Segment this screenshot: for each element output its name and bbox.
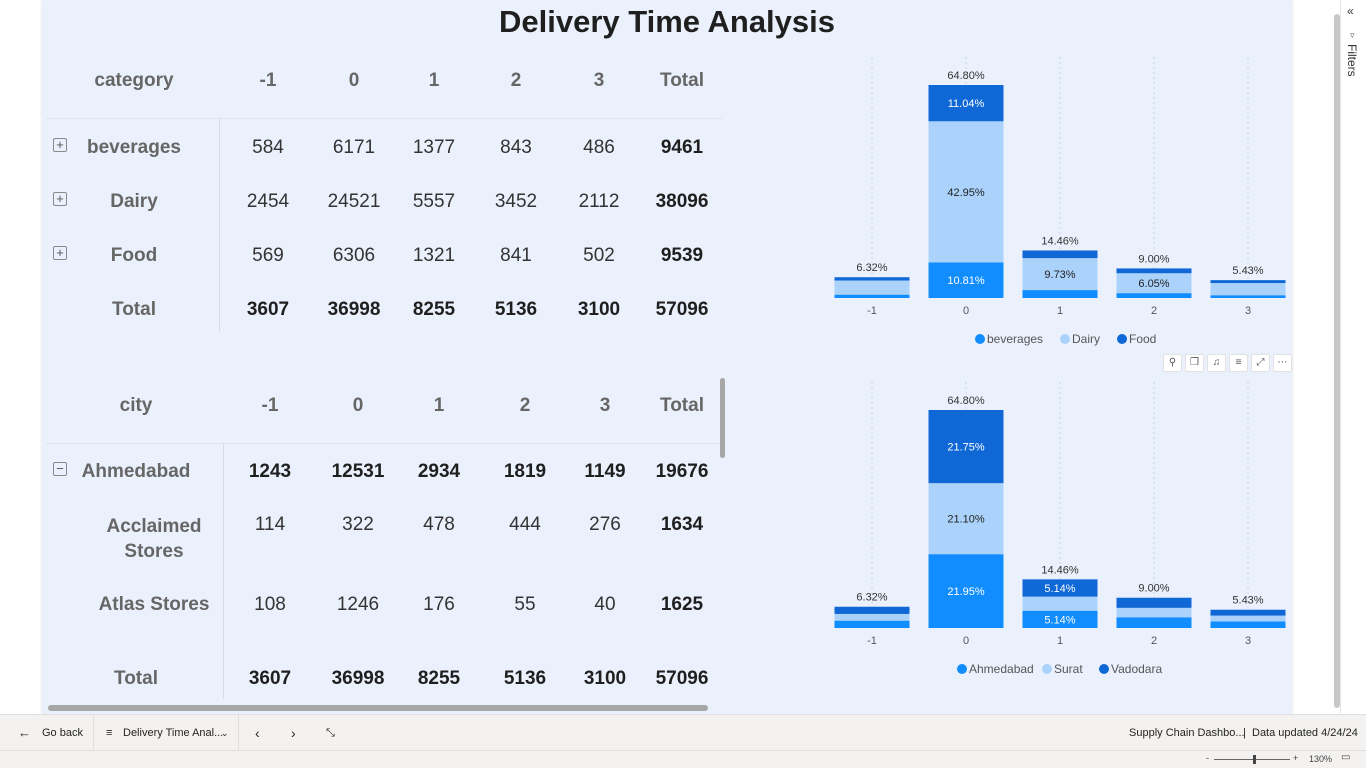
segment-data-label: 10.81% xyxy=(947,275,985,287)
fit-to-page-icon[interactable]: ▭ xyxy=(1341,752,1350,763)
legend-marker xyxy=(1117,334,1127,344)
back-arrow-icon[interactable]: ← xyxy=(18,715,31,751)
bar-segment-vadodara xyxy=(834,606,910,614)
legend-item: Surat xyxy=(1054,662,1083,676)
filters-label: Filters xyxy=(1345,44,1359,77)
bar-total-label: 6.32% xyxy=(856,262,887,274)
filters-pane[interactable]: « ▿ Filters xyxy=(1340,0,1366,714)
bar-segment-ahmedabad xyxy=(1116,617,1192,628)
go-back-button[interactable]: Go back xyxy=(42,715,83,751)
exit-fullscreen-icon[interactable]: ⤡ xyxy=(326,715,335,751)
bar-segment-dairy xyxy=(834,280,910,295)
segment-data-label: 21.95% xyxy=(947,586,985,598)
bar-segment-ahmedabad xyxy=(834,620,910,628)
bar-segment-dairy xyxy=(1210,283,1286,296)
legend-item: Ahmedabad xyxy=(969,662,1034,676)
segment-data-label: 6.05% xyxy=(1138,278,1169,290)
stacked-bar-chart-2: 6.32% -1 21.95% 21.10% 21.75% 64.80% 0 5.14% 5.1… xyxy=(834,382,1286,676)
legend-item: beverages xyxy=(987,332,1043,346)
x-axis-tick-label: 1 xyxy=(1057,305,1063,317)
legend-item: Vadodara xyxy=(1111,662,1162,676)
legend-marker xyxy=(957,664,967,674)
bar-total-label: 5.43% xyxy=(1232,595,1263,607)
x-axis-tick-label: 2 xyxy=(1151,635,1157,647)
bar-total-label: 9.00% xyxy=(1138,253,1169,265)
bar-segment-surat xyxy=(1210,615,1286,622)
collapse-chevron-icon[interactable]: « xyxy=(1347,4,1354,18)
x-axis-tick-label: 2 xyxy=(1151,305,1157,317)
x-axis-tick-label: 1 xyxy=(1057,635,1063,647)
bar-segment-food xyxy=(1210,280,1286,284)
zoom-in-button[interactable]: + xyxy=(1293,753,1298,763)
x-axis-tick-label: 3 xyxy=(1245,635,1251,647)
segment-data-label: 11.04% xyxy=(948,98,985,110)
pin-icon[interactable]: ⚲ xyxy=(1163,354,1182,372)
filter-funnel-icon: ▿ xyxy=(1350,30,1355,40)
bar-segment-vadodara xyxy=(1116,597,1192,608)
legend-marker xyxy=(1099,664,1109,674)
bar-segment-beverages xyxy=(834,294,910,298)
stacked-bar-chart-1: 6.32% -1 10.81% 42.95% 11.04% 64.80% 0 9.73% 14.… xyxy=(834,57,1286,346)
x-axis-tick-label: -1 xyxy=(867,635,877,647)
bar-segment-food xyxy=(1116,268,1192,274)
charts-layer: 6.32% -1 10.81% 42.95% 11.04% 64.80% 0 9.73% 14.… xyxy=(834,57,1286,676)
x-axis-tick-label: -1 xyxy=(867,305,877,317)
page-tab[interactable]: Delivery Time Anal... xyxy=(123,715,223,751)
segment-data-label: 21.10% xyxy=(947,514,985,526)
segment-data-label: 5.14% xyxy=(1044,583,1075,595)
legend-marker xyxy=(975,334,985,344)
separator-bar: | xyxy=(1243,727,1246,739)
chevron-down-icon[interactable]: ⌄ xyxy=(221,715,229,751)
legend-marker xyxy=(1042,664,1052,674)
bar-total-label: 64.80% xyxy=(947,70,985,82)
bar-segment-surat xyxy=(1116,607,1192,618)
legend-marker xyxy=(1060,334,1070,344)
legend-item: Food xyxy=(1129,332,1156,346)
bar-segment-food xyxy=(1022,250,1098,259)
bar-segment-ahmedabad xyxy=(1210,621,1286,628)
zoom-slider-thumb[interactable] xyxy=(1253,755,1256,764)
bottom-navigation-bar: ← Go back ≡ Delivery Time Anal... ⌄ ‹ › … xyxy=(0,714,1366,751)
segment-data-label: 21.75% xyxy=(947,442,985,454)
status-bar: - + 130% ▭ xyxy=(0,750,1366,768)
focus-mode-icon[interactable]: ⤢ xyxy=(1251,354,1270,372)
segment-data-label: 9.73% xyxy=(1044,269,1075,281)
more-options-icon[interactable]: ⋯ xyxy=(1273,354,1292,372)
bar-total-label: 6.32% xyxy=(856,592,887,604)
bar-total-label: 5.43% xyxy=(1232,265,1263,277)
bar-segment-food xyxy=(834,277,910,281)
report-name: Supply Chain Dashbo... xyxy=(1129,727,1245,739)
bar-segment-beverages xyxy=(1022,290,1098,298)
visual-header-toolbar: ⚲ ❐ ♫ ≡ ⤢ ⋯ xyxy=(1163,354,1292,372)
zoom-out-button[interactable]: - xyxy=(1206,753,1209,763)
bar-segment-beverages xyxy=(1210,295,1286,298)
segment-data-label: 5.14% xyxy=(1044,614,1075,626)
bar-segment-surat xyxy=(834,613,910,621)
x-axis-tick-label: 0 xyxy=(963,305,969,317)
bell-icon[interactable]: ♫ xyxy=(1207,354,1226,372)
report-app: Delivery Time Analysis category -1 0 1 2 3 Tot… xyxy=(0,0,1366,768)
zoom-level: 130% xyxy=(1309,754,1333,764)
bar-total-label: 14.46% xyxy=(1041,235,1079,247)
x-axis-tick-label: 0 xyxy=(963,635,969,647)
x-axis-tick-label: 3 xyxy=(1245,305,1251,317)
copy-icon[interactable]: ❐ xyxy=(1185,354,1204,372)
next-page-button[interactable]: › xyxy=(291,715,296,751)
segment-data-label: 42.95% xyxy=(947,187,985,199)
filter-icon[interactable]: ≡ xyxy=(1229,354,1248,372)
bar-total-label: 64.80% xyxy=(947,395,985,407)
bar-total-label: 14.46% xyxy=(1041,564,1079,576)
page-list-icon: ≡ xyxy=(106,727,113,739)
legend-item: Dairy xyxy=(1072,332,1100,346)
bar-segment-beverages xyxy=(1116,293,1192,298)
previous-page-button[interactable]: ‹ xyxy=(255,715,260,751)
data-updated-label: Data updated 4/24/24 xyxy=(1252,727,1358,739)
bar-total-label: 9.00% xyxy=(1138,583,1169,595)
bar-segment-surat xyxy=(1022,596,1098,611)
bar-segment-vadodara xyxy=(1210,609,1286,616)
zoom-slider[interactable] xyxy=(1214,759,1290,760)
